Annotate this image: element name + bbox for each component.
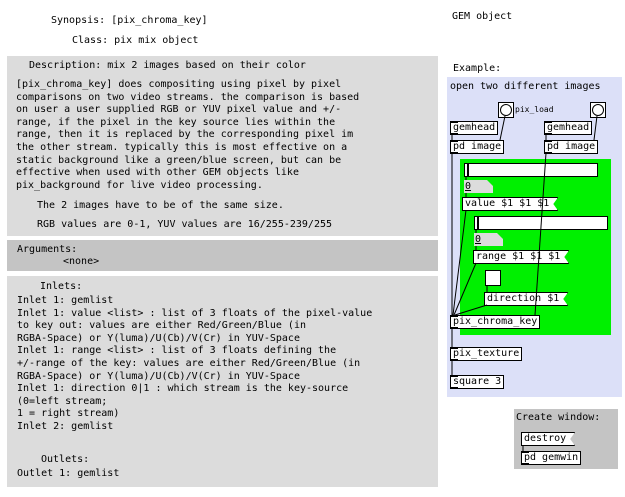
inlet-line: Inlet 1: gemlist bbox=[17, 295, 114, 306]
example-comment: open two different images bbox=[450, 81, 601, 92]
description-line: [pix_chroma_key] does compositing using … bbox=[16, 79, 342, 90]
gemhead-right[interactable]: gemhead bbox=[544, 121, 593, 135]
inlets-text: Inlet 1: gemlist Inlet 1: value <list> : … bbox=[17, 295, 372, 434]
value-number[interactable]: 0 bbox=[464, 180, 493, 193]
inlet-line: (0=left stream; bbox=[17, 395, 108, 407]
synopsis-label: Synopsis: [pix_chroma_key] bbox=[51, 15, 208, 26]
description-line: on user a user supplied RGB or YUV pixel… bbox=[16, 104, 342, 116]
value-slider[interactable] bbox=[464, 163, 598, 177]
inlet-line: Inlet 2: gemlist bbox=[17, 420, 114, 432]
arguments-value: <none> bbox=[63, 256, 100, 267]
inlet-line: to key out: values are either Red/Green/… bbox=[17, 320, 306, 332]
description-line: pix_background for live video processing… bbox=[16, 179, 263, 191]
description-line: effective when used with other GEM objec… bbox=[16, 167, 299, 179]
description-line: static background like a green/blue scre… bbox=[16, 154, 342, 166]
gemhead-left[interactable]: gemhead bbox=[450, 121, 499, 135]
load-right-bang[interactable] bbox=[590, 102, 606, 118]
pix-load-label: pix_load bbox=[515, 105, 554, 114]
outlets-title: Outlets: bbox=[41, 454, 90, 465]
inlet-line: RGBA-Space) or Y(luma)/U(Cb)/V(Cr) in YU… bbox=[17, 332, 300, 344]
range-message[interactable]: range $1 $1 $1 bbox=[473, 250, 569, 264]
pd-image-left[interactable]: pd image bbox=[450, 140, 505, 154]
description-note-size: The 2 images have to be of the same size… bbox=[37, 200, 284, 211]
value-message[interactable]: value $1 $1 $1 bbox=[462, 197, 558, 211]
range-number[interactable]: 0 bbox=[474, 233, 503, 246]
description-line: comparisons on two video streams. the co… bbox=[16, 91, 360, 103]
pix-texture-object[interactable]: pix_texture bbox=[450, 347, 523, 361]
description-panel: Description: mix 2 images based on their… bbox=[7, 56, 438, 236]
class-label: Class: pix mix object bbox=[72, 35, 199, 46]
destroy-message[interactable]: destroy bbox=[521, 432, 575, 446]
inlets-title: Inlets: bbox=[40, 281, 83, 292]
inlet-line: RGBA-Space) or Y(luma)/U(Cb)/V(Cr) in YU… bbox=[17, 370, 300, 382]
inlet-line: Inlet 1: value <list> : list of 3 floats… bbox=[17, 307, 373, 319]
description-title: Description: mix 2 images based on their… bbox=[29, 60, 306, 71]
inlet-line: 1 = right stream) bbox=[17, 408, 120, 420]
create-window-title: Create window: bbox=[516, 412, 601, 423]
gemwin-object[interactable]: pd gemwin bbox=[521, 451, 582, 465]
outlets-text: Outlet 1: gemlist bbox=[17, 468, 120, 479]
pd-image-right[interactable]: pd image bbox=[544, 140, 599, 154]
square-object[interactable]: square 3 bbox=[450, 375, 505, 389]
description-line: range, if the pixel in the key source li… bbox=[16, 116, 336, 128]
load-left-bang[interactable] bbox=[498, 102, 514, 118]
arguments-title: Arguments: bbox=[17, 244, 78, 255]
example-title: Example: bbox=[453, 63, 502, 74]
description-text: [pix_chroma_key] does compositing using … bbox=[16, 79, 359, 192]
description-line: range, then it is replaced by the corres… bbox=[16, 129, 354, 141]
direction-toggle[interactable] bbox=[485, 270, 501, 286]
pix-chroma-key-object[interactable]: pix_chroma_key bbox=[450, 315, 541, 329]
inlet-line: Inlet 1: range <list> : list of 3 floats… bbox=[17, 345, 337, 357]
arguments-panel: Arguments: <none> bbox=[7, 240, 438, 271]
category-label: GEM object bbox=[452, 11, 513, 22]
inlet-line: +/-range of the key: values are either R… bbox=[17, 357, 361, 369]
range-slider[interactable] bbox=[474, 216, 608, 230]
description-line: the other stream. typically this is most… bbox=[16, 141, 348, 153]
direction-message[interactable]: direction $1 bbox=[484, 292, 568, 306]
inlets-panel: Inlets: Inlet 1: gemlist Inlet 1: value <… bbox=[7, 276, 438, 487]
inlet-line: Inlet 1: direction 0|1 : which stream is… bbox=[17, 383, 349, 395]
description-note-range: RGB values are 0-1, YUV values are 16/25… bbox=[37, 219, 333, 230]
